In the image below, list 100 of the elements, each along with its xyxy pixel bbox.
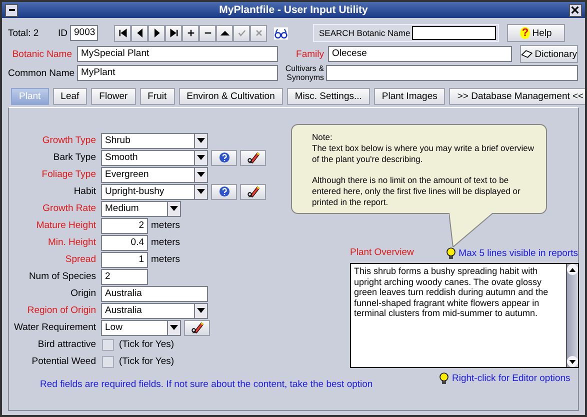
dictionary-button[interactable]: Dictionary [520, 45, 578, 63]
field-label: Bird attractive [36, 339, 97, 350]
checkbox[interactable] [102, 338, 114, 350]
max-lines-tip: Max 5 lines visible in reports [458, 248, 578, 259]
dropdown[interactable]: Upright-bushy [101, 184, 208, 200]
scroll-down-button[interactable] [567, 356, 578, 367]
tab[interactable]: Leaf [52, 88, 88, 105]
number-field[interactable]: 2 [101, 218, 148, 234]
field-label: Min. Height [46, 237, 97, 248]
botanic-name-label: Botanic Name [11, 48, 73, 60]
window-menu-button[interactable] [5, 4, 18, 16]
field-label: Growth Type [41, 135, 97, 146]
tab[interactable]: >> Database Management << [449, 88, 585, 105]
record-total: Total: 2 [8, 28, 40, 38]
edit-pencil-button[interactable] [240, 184, 266, 200]
help-button[interactable] [211, 184, 237, 200]
cultivars-field[interactable] [326, 65, 578, 81]
dropdown[interactable]: Australia [101, 302, 208, 318]
note-text: The text box below is where you may write a brief overview of the plant you're describing. [312, 143, 536, 165]
number-field[interactable]: 2 [101, 268, 148, 284]
dropdown[interactable]: Low [101, 320, 181, 336]
scroll-up-button[interactable] [567, 264, 578, 275]
checkbox[interactable] [102, 356, 114, 368]
text-field[interactable]: Australia [101, 286, 208, 302]
search-label: SEARCH Botanic Name [319, 28, 410, 38]
editor-options-tip: Right-click for Editor options [452, 373, 570, 384]
overview-text-area[interactable]: This shrub forms a bushy spreading habit with upright arching woody canes. The ovate glossy green leaves turn reddish during autumn and the funnel-shaped fragrant white flowers appear in terminal clusters from mid-summer to autumn. [350, 263, 579, 368]
question-mark-icon: ? [520, 27, 530, 39]
scrollbar[interactable] [566, 264, 578, 367]
edit-pencil-button[interactable] [184, 320, 210, 336]
unit-label: meters [151, 254, 180, 265]
close-icon [254, 28, 264, 38]
field-label: Mature Height [35, 220, 97, 231]
field-label: Water Requirement [12, 322, 97, 333]
nav-remove-button[interactable] [199, 24, 216, 42]
first-record-icon [118, 28, 128, 38]
pencil-icon [246, 185, 260, 198]
last-record-icon [168, 28, 178, 38]
question-circle-icon [218, 152, 230, 163]
dropdown[interactable]: Medium [101, 200, 181, 216]
plus-icon [186, 28, 196, 38]
nav-next-button[interactable] [148, 24, 165, 42]
tab[interactable]: Plant Images [374, 88, 446, 105]
number-field[interactable]: 0.4 [101, 234, 148, 250]
unit-label: meters [151, 220, 180, 231]
unit-label: meters [151, 237, 180, 248]
tab[interactable]: Environ & Cultivation [178, 88, 283, 105]
field-label: Potential Weed [30, 356, 97, 367]
lightbulb-icon [446, 247, 456, 260]
question-circle-icon [218, 186, 230, 197]
field-label: Bark Type [52, 152, 97, 163]
help-button[interactable]: ? Help [507, 24, 565, 42]
checkbox-hint: (Tick for Yes) [119, 356, 174, 367]
help-button[interactable] [211, 150, 237, 166]
note-title: Note: [312, 132, 334, 143]
id-label: ID [58, 28, 68, 38]
checkmark-icon [236, 28, 246, 38]
book-icon [521, 49, 533, 59]
previous-icon [134, 28, 144, 38]
family-label: Family [295, 48, 325, 60]
field-label: Region of Origin [26, 305, 97, 316]
tab[interactable]: Misc. Settings... [286, 88, 370, 105]
next-icon [152, 28, 162, 38]
overview-label: Plant Overview [350, 247, 414, 260]
pencil-icon [246, 151, 260, 164]
family-field[interactable]: Olecese [328, 46, 512, 62]
botanic-name-field[interactable]: MySpecial Plant [77, 46, 278, 62]
window-title: MyPlantfile - User Input Utility [219, 4, 368, 16]
nav-prev-button[interactable] [131, 24, 148, 42]
field-label: Spread [64, 254, 97, 265]
required-fields-tip: Red fields are required fields. If not sure about the content, take the best option [40, 379, 373, 390]
field-label: Origin [70, 288, 97, 299]
field-label: Habit [72, 186, 97, 197]
cultivars-label: Cultivars & Synonyms [284, 64, 325, 82]
dropdown[interactable]: Evergreen [101, 166, 208, 182]
number-field[interactable]: 1 [101, 252, 148, 268]
up-arrow-icon [220, 28, 230, 38]
search-field[interactable] [412, 26, 496, 40]
common-name-label: Common Name [8, 68, 76, 78]
id-field[interactable]: 9003 [70, 25, 98, 41]
nav-add-button[interactable] [182, 24, 199, 42]
dropdown[interactable]: Smooth [101, 150, 208, 166]
up-arrow-icon [569, 268, 576, 272]
edit-pencil-button[interactable] [240, 150, 266, 166]
dropdown[interactable]: Shrub [101, 132, 208, 148]
tab[interactable]: Flower [91, 88, 136, 105]
note-text: Although there is no limit on the amount of text to be entered here, only the first five lines will be displayed or printed in the report. [312, 175, 522, 208]
field-label: Growth Rate [42, 203, 97, 214]
pencil-icon [190, 321, 204, 334]
close-button[interactable] [568, 4, 582, 16]
down-arrow-icon [569, 360, 576, 364]
nav-first-button[interactable] [114, 24, 131, 42]
field-label: Num of Species [28, 271, 97, 282]
nav-last-button[interactable] [165, 24, 182, 42]
common-name-field[interactable]: MyPlant [77, 65, 278, 81]
lightbulb-icon [439, 372, 449, 385]
nav-up-button[interactable] [216, 24, 233, 42]
field-label: Foliage Type [40, 169, 97, 180]
glasses-icon[interactable] [274, 26, 288, 40]
tab[interactable]: Fruit [140, 88, 175, 105]
